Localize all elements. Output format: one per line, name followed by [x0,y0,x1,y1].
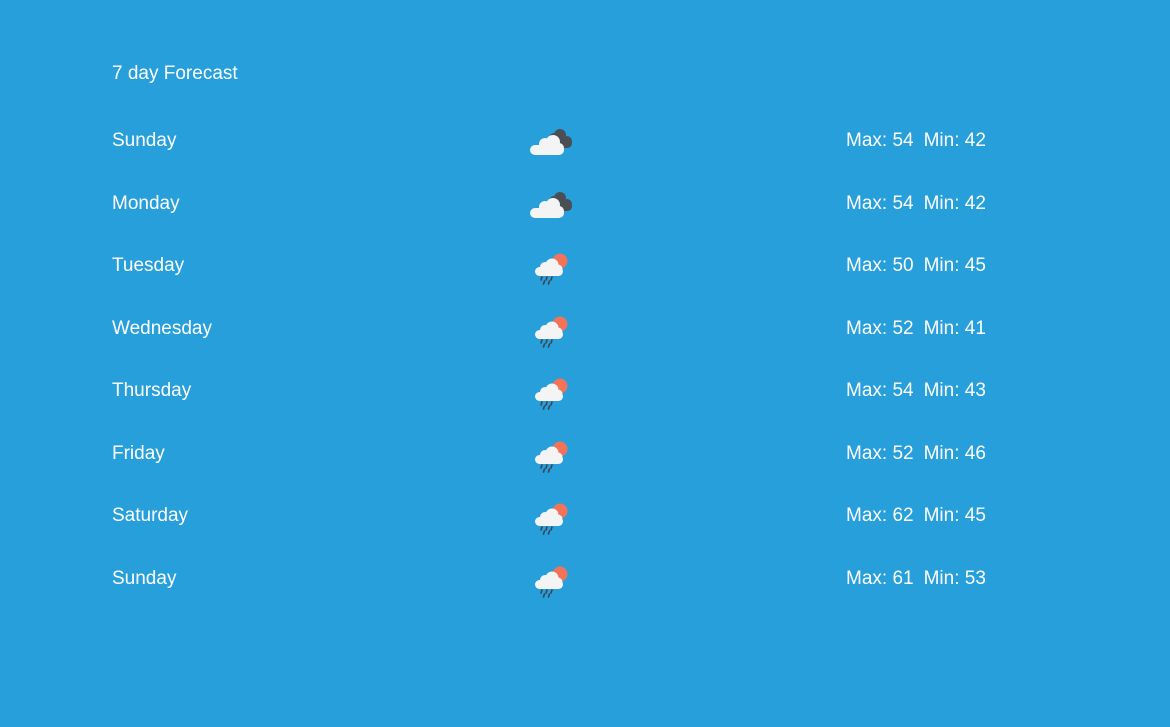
rain-sun-icon [527,371,577,411]
temperature-range: Max: 54 Min: 42 [846,193,986,215]
max-temp: Max: 54 [846,130,914,151]
max-temp: Max: 61 [846,568,914,589]
day-label: Friday [112,443,165,464]
day-label: Sunday [112,568,177,589]
temperature-range: Max: 54 Min: 42 [846,130,986,152]
day-label: Thursday [112,380,192,401]
temperature-range: Max: 52 Min: 41 [846,318,986,340]
temperature-range: Max: 54 Min: 43 [846,380,986,402]
forecast-row: Wednesday Max: 52 Min: 41 [0,309,1170,349]
forecast-row: Monday Max: 54 Min: 42 [0,184,1170,224]
forecast-row: Sunday Max: 61 Min: 53 [0,559,1170,599]
rain-sun-icon [527,309,577,349]
day-label: Sunday [112,130,177,151]
cloudy-icon [527,121,577,161]
min-temp: Min: 42 [923,193,986,214]
max-temp: Max: 52 [846,443,914,464]
temperature-range: Max: 61 Min: 53 [846,568,986,590]
max-temp: Max: 62 [846,505,914,526]
rain-sun-icon [527,496,577,536]
min-temp: Min: 53 [923,568,986,589]
forecast-row: Sunday Max: 54 Min: 42 [0,121,1170,161]
temperature-range: Max: 50 Min: 45 [846,255,986,277]
rain-sun-icon [527,246,577,286]
rain-sun-icon [527,434,577,474]
min-temp: Min: 42 [923,130,986,151]
day-label: Saturday [112,505,189,526]
min-temp: Min: 45 [923,505,986,526]
min-temp: Min: 43 [923,380,986,401]
temperature-range: Max: 62 Min: 45 [846,505,986,527]
rain-sun-icon [527,559,577,599]
max-temp: Max: 52 [846,318,914,339]
day-label: Tuesday [112,255,185,276]
max-temp: Max: 54 [846,380,914,401]
day-label: Wednesday [112,318,212,339]
forecast-row: Thursday Max: 54 Min: 43 [0,371,1170,411]
max-temp: Max: 54 [846,193,914,214]
forecast-row: Saturday Max: 62 Min: 45 [0,496,1170,536]
temperature-range: Max: 52 Min: 46 [846,443,986,465]
forecast-row: Tuesday Max: 50 Min: 45 [0,246,1170,286]
max-temp: Max: 50 [846,255,914,276]
day-label: Monday [112,193,180,214]
min-temp: Min: 46 [923,443,986,464]
min-temp: Min: 41 [923,318,986,339]
forecast-row: Friday Max: 52 Min: 46 [0,434,1170,474]
cloudy-icon [527,184,577,224]
forecast-list: Sunday Max: 54 Min: 42 Monday Max: 54 Min:… [0,0,1170,727]
min-temp: Min: 45 [923,255,986,276]
